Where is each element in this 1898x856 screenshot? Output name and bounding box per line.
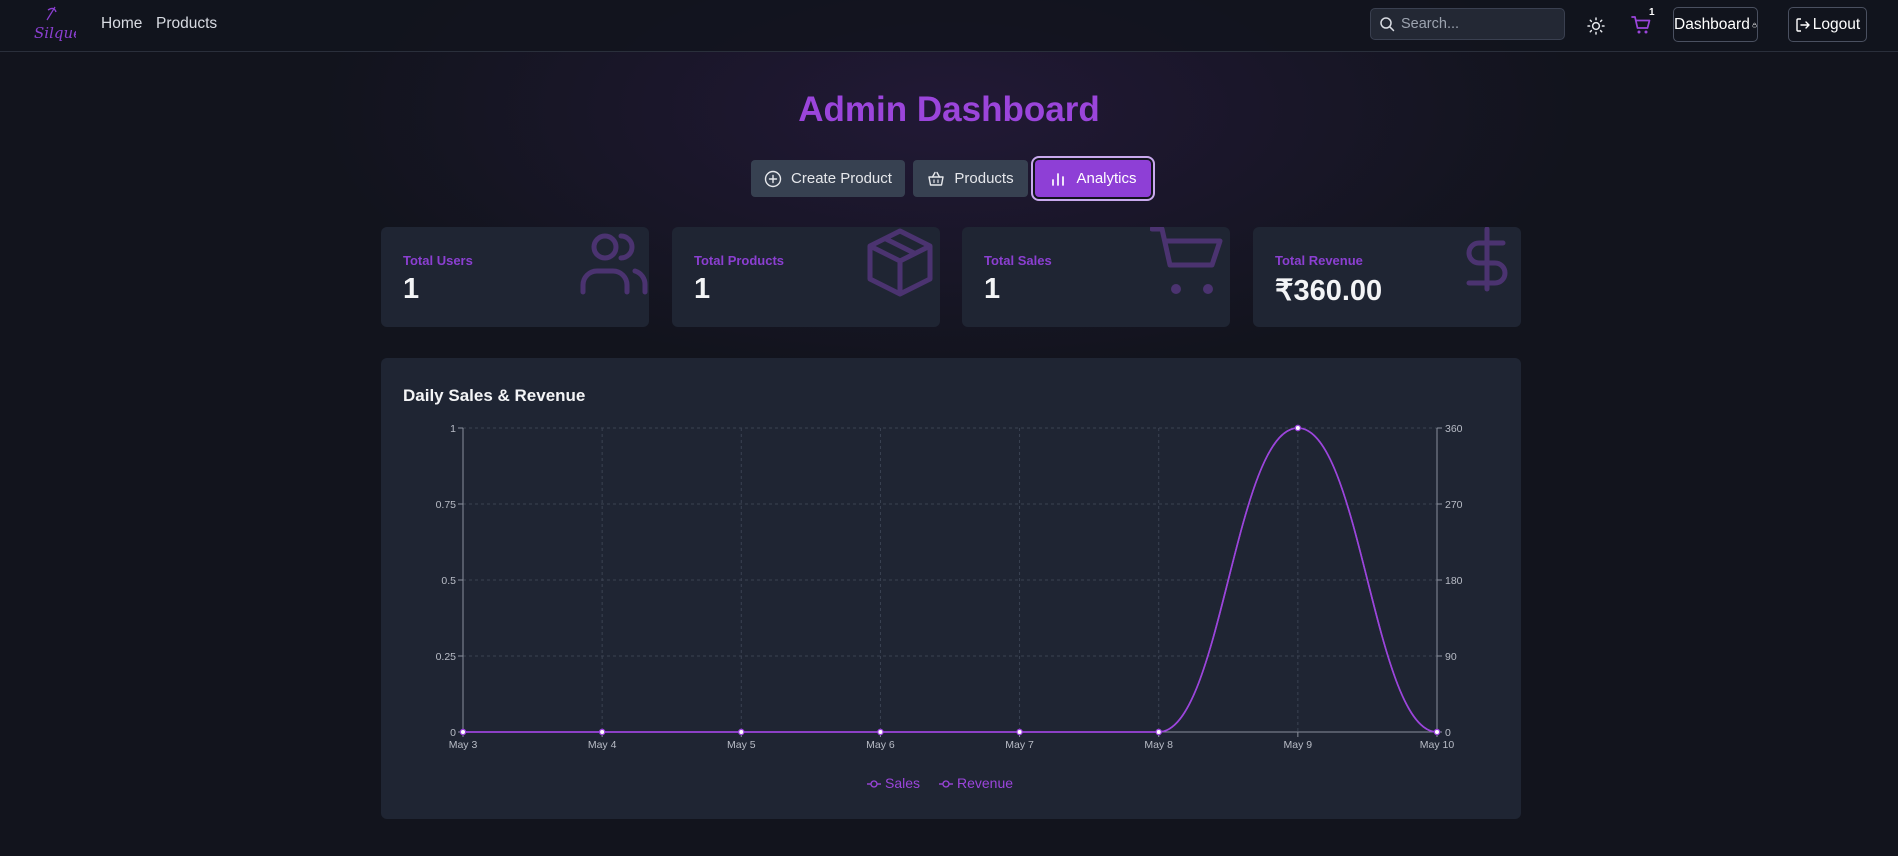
stat-card-products: Total Products 1 <box>672 227 940 327</box>
basket-icon <box>928 171 945 186</box>
tab-products[interactable]: Products <box>913 160 1028 197</box>
search-icon <box>1380 17 1395 32</box>
needle-icon: Silque <box>34 6 76 42</box>
tab-analytics-label: Analytics <box>1076 170 1137 187</box>
dashboard-label: Dashboard <box>1674 15 1750 33</box>
x-tick-label: May 4 <box>588 739 617 751</box>
logout-button[interactable]: Logout <box>1788 7 1867 42</box>
y-left-tick-label: 0.25 <box>436 651 457 663</box>
data-point-revenue <box>1155 728 1162 736</box>
stat-value: 1 <box>984 273 1001 305</box>
cart-count-badge: 1 <box>1649 7 1655 18</box>
lock-icon <box>1752 22 1757 27</box>
nav-home-link[interactable]: Home <box>101 15 142 33</box>
y-right-tick-label: 90 <box>1445 651 1457 663</box>
tab-analytics[interactable]: Analytics <box>1035 160 1151 197</box>
y-left-tick-label: 1 <box>450 423 456 435</box>
y-right-tick-label: 360 <box>1445 423 1463 435</box>
data-point-revenue <box>459 728 467 736</box>
stat-label: Total Sales <box>984 253 1052 268</box>
nav-products-link[interactable]: Products <box>156 15 217 33</box>
tab-create-product[interactable]: Create Product <box>751 160 905 197</box>
package-icon <box>867 228 933 297</box>
x-tick-label: May 5 <box>727 739 756 751</box>
logo[interactable]: Silque <box>28 4 76 44</box>
x-tick-label: May 6 <box>866 739 895 751</box>
search-box[interactable] <box>1370 8 1565 40</box>
logout-icon <box>1796 17 1810 32</box>
x-tick-label: May 9 <box>1284 739 1313 751</box>
stat-value: 1 <box>694 273 711 305</box>
navbar: Silque Home Products 1 Dashboa <box>0 0 1898 52</box>
dashboard-button[interactable]: Dashboard <box>1673 7 1758 42</box>
legend-marker-point <box>870 780 878 788</box>
users-icon <box>580 233 648 295</box>
logo-text: Silque <box>34 24 76 42</box>
sun-icon <box>1587 17 1605 35</box>
y-left-tick-label: 0.5 <box>441 575 456 587</box>
stat-value: ₹360.00 <box>1275 275 1383 307</box>
tab-products-label: Products <box>954 170 1014 187</box>
y-left-tick-label: 0.75 <box>436 499 457 511</box>
search-input[interactable] <box>1401 16 1551 32</box>
cart-icon <box>1150 227 1223 294</box>
data-point-revenue <box>738 728 745 736</box>
y-left-tick-label: 0 <box>450 727 456 739</box>
daily-sales-revenue-chart: 0 0.25 0.5 0.75 1 0 90 180 270 360 May 3 May 4 May 5… <box>436 423 1463 791</box>
stat-card-revenue: Total Revenue ₹360.00 <box>1253 227 1521 327</box>
stat-label: Total Products <box>694 253 785 268</box>
data-point-revenue <box>1294 424 1302 432</box>
page-title: Admin Dashboard <box>798 90 1100 129</box>
y-right-tick-label: 0 <box>1445 727 1451 739</box>
y-right-tick-label: 270 <box>1445 499 1463 511</box>
x-tick-label: May 7 <box>1005 739 1034 751</box>
x-tick-label: May 3 <box>449 739 478 751</box>
x-tick-label: May 8 <box>1144 739 1173 751</box>
logout-label: Logout <box>1812 15 1861 33</box>
stat-label: Total Revenue <box>1275 253 1363 268</box>
chart-card: Daily Sales & Revenue 0 0.25 0.5 0.75 1 0 90 18… <box>381 358 1521 819</box>
plus-circle-icon <box>764 170 782 187</box>
stat-label: Total Users <box>403 253 473 268</box>
legend-label-revenue: Revenue <box>957 775 1013 791</box>
data-point-revenue <box>598 728 606 736</box>
data-point-revenue <box>1016 728 1023 736</box>
data-point-revenue <box>1433 728 1441 736</box>
y-right-tick-label: 180 <box>1445 575 1463 587</box>
theme-toggle-button[interactable] <box>1584 14 1608 38</box>
stat-card-sales: Total Sales 1 <box>962 227 1230 327</box>
bar-chart-icon <box>1052 172 1065 186</box>
stat-value: 1 <box>403 273 420 305</box>
x-tick-label: May 10 <box>1420 739 1455 751</box>
stat-card-users: Total Users 1 <box>381 227 649 327</box>
dollar-icon <box>1466 227 1508 292</box>
legend-label-sales: Sales <box>885 775 920 791</box>
legend-marker-point <box>942 780 950 788</box>
data-point-revenue <box>877 728 884 736</box>
tab-create-product-label: Create Product <box>791 170 892 187</box>
